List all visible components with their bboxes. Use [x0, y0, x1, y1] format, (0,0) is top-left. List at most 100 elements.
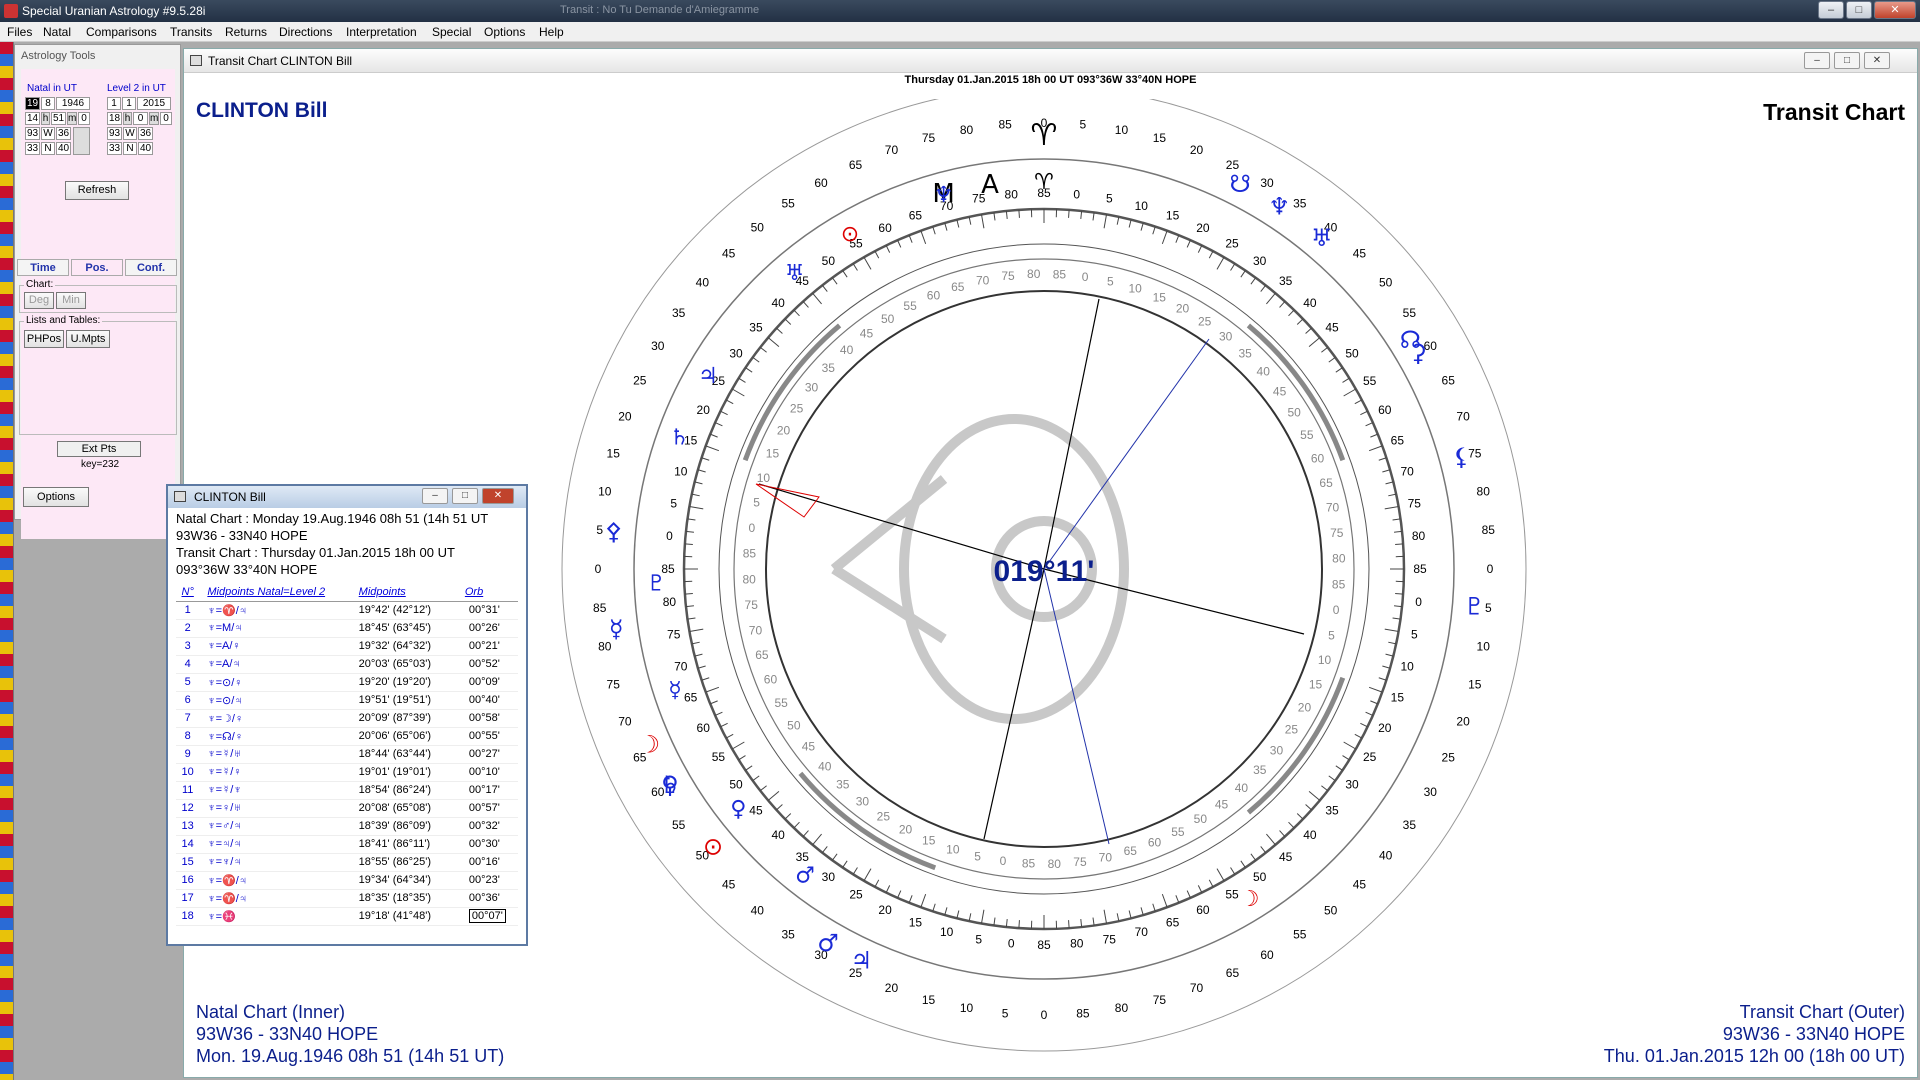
level2-lon-deg[interactable]: 93: [107, 127, 122, 140]
close-button[interactable]: ✕: [1874, 1, 1916, 19]
transit-planet-symbol[interactable]: ⚴: [605, 517, 623, 545]
tab-conf[interactable]: Conf.: [125, 259, 177, 276]
menu-help[interactable]: Help: [539, 25, 564, 39]
natal-planet-symbol[interactable]: ⊙: [841, 222, 859, 247]
natal-planet-symbol[interactable]: ♆: [934, 183, 954, 208]
transit-planet-symbol[interactable]: ♂: [817, 929, 839, 957]
menu-special[interactable]: Special: [432, 25, 471, 39]
natal-spinner[interactable]: [73, 127, 90, 155]
transit-planet-symbol[interactable]: ♅: [1311, 224, 1333, 252]
maximize-button[interactable]: □: [1846, 1, 1872, 19]
astrology-wheel[interactable]: 0 5 10152025303540455055606570758085051015…: [544, 99, 1544, 1059]
deg-button[interactable]: Deg: [24, 292, 54, 309]
natal-second[interactable]: 0: [78, 112, 90, 125]
table-row[interactable]: 4 ♆=A/♃ 20°03' (65°03') 00°52': [176, 655, 518, 674]
level2-year[interactable]: 2015: [137, 97, 171, 110]
natal-lat-dir[interactable]: N: [41, 142, 55, 155]
transit-planet-symbol[interactable]: ☋: [1229, 170, 1250, 198]
transit-planet-symbol[interactable]: ♇: [1464, 593, 1486, 621]
level2-lat-dir[interactable]: N: [123, 142, 137, 155]
popup-minimize-button[interactable]: –: [422, 488, 448, 504]
table-row[interactable]: 5 ♆=⊙/♀ 19°20' (19°20') 00°09': [176, 673, 518, 692]
refresh-button[interactable]: Refresh: [65, 181, 129, 200]
table-row[interactable]: 9 ♆=☿/♅ 18°44' (63°44') 00°27': [176, 745, 518, 764]
transit-planet-symbol[interactable]: ⚳: [1409, 339, 1427, 367]
menu-files[interactable]: Files: [7, 25, 32, 39]
menu-options[interactable]: Options: [484, 25, 525, 39]
col-formula[interactable]: Midpoints Natal=Level 2: [199, 583, 359, 602]
natal-planet-symbol[interactable]: ♂: [795, 864, 815, 889]
natal-lon-deg[interactable]: 93: [25, 127, 40, 140]
popup-close-button[interactable]: ✕: [482, 488, 514, 504]
natal-year[interactable]: 1946: [56, 97, 90, 110]
level2-month[interactable]: 1: [122, 97, 136, 110]
table-row[interactable]: 13 ♆=♂/♃ 18°39' (86°09') 00°32': [176, 817, 518, 836]
natal-planet-symbol[interactable]: ♅: [785, 261, 805, 286]
natal-planet-symbol[interactable]: A: [981, 170, 999, 200]
color-palette-strip[interactable]: [0, 42, 14, 1080]
level2-second[interactable]: 0: [160, 112, 172, 125]
natal-planet-symbol[interactable]: ♈: [1034, 170, 1054, 195]
level2-lon-min[interactable]: 36: [138, 127, 153, 140]
natal-planet-symbol[interactable]: ♄: [670, 425, 690, 450]
popup-maximize-button[interactable]: □: [452, 488, 478, 504]
chart-maximize-button[interactable]: □: [1834, 52, 1860, 69]
menu-directions[interactable]: Directions: [279, 25, 332, 39]
min-button[interactable]: Min: [56, 292, 86, 309]
options-button[interactable]: Options: [23, 487, 89, 507]
level2-hour[interactable]: 18: [107, 112, 122, 125]
minimize-button[interactable]: –: [1818, 1, 1844, 19]
tab-time[interactable]: Time: [17, 259, 69, 276]
natal-lon-dir[interactable]: W: [41, 127, 55, 140]
natal-planet-symbol[interactable]: ♀: [730, 797, 746, 822]
table-row[interactable]: 11 ♆=☿/♆ 18°54' (86°24') 00°17': [176, 781, 518, 800]
chart-minimize-button[interactable]: –: [1804, 52, 1830, 69]
table-row[interactable]: 12 ♆=♀/♅ 20°08' (65°08') 00°57': [176, 799, 518, 818]
menu-interpretation[interactable]: Interpretation: [346, 25, 417, 39]
transit-planet-symbol[interactable]: ☿: [609, 615, 624, 643]
natal-planet-symbol[interactable]: ☽: [1240, 887, 1260, 912]
phpos-button[interactable]: PHPos: [24, 330, 64, 348]
table-row[interactable]: 10 ♆=☿/♀ 19°01' (19°01') 00°10': [176, 763, 518, 782]
natal-lat-min[interactable]: 40: [56, 142, 71, 155]
ext-pts-button[interactable]: Ext Pts: [57, 441, 141, 457]
transit-planet-symbol[interactable]: ♆: [1269, 193, 1291, 221]
table-row[interactable]: 6 ♆=⊙/♃ 19°51' (19°51') 00°40': [176, 691, 518, 710]
natal-minute[interactable]: 51: [51, 112, 66, 125]
col-orb[interactable]: Orb: [464, 583, 518, 602]
transit-planet-symbol[interactable]: ⚸: [1452, 443, 1470, 471]
menu-natal[interactable]: Natal: [43, 25, 71, 39]
transit-planet-symbol[interactable]: ⊙: [703, 833, 723, 861]
level2-lat-deg[interactable]: 33: [107, 142, 122, 155]
level2-lon-dir[interactable]: W: [123, 127, 137, 140]
umpts-button[interactable]: U.Mpts: [66, 330, 110, 348]
table-row[interactable]: 17 ♆=♈/♃ 18°35' (18°35') 00°36': [176, 889, 518, 908]
col-midpoints[interactable]: Midpoints: [358, 583, 465, 602]
transit-planet-symbol[interactable]: ♀: [661, 771, 679, 799]
transit-planet-symbol[interactable]: ♃: [851, 947, 873, 975]
transit-planet-symbol[interactable]: ♈: [1031, 118, 1058, 153]
table-row[interactable]: 8 ♆=☊/♀ 20°06' (65°06') 00°55': [176, 727, 518, 746]
table-row[interactable]: 1 ♆=♈/♃ 19°42' (42°12') 00°31': [176, 601, 518, 620]
table-row[interactable]: 3 ♆=A/♀ 19°32' (64°32') 00°21': [176, 637, 518, 656]
level2-day[interactable]: 1: [107, 97, 121, 110]
natal-planet-symbol[interactable]: ♃: [698, 364, 718, 389]
level2-lat-min[interactable]: 40: [138, 142, 153, 155]
table-row[interactable]: 15 ♆=♆/♃ 18°55' (86°25') 00°16': [176, 853, 518, 872]
natal-month[interactable]: 8: [41, 97, 55, 110]
menu-transits[interactable]: Transits: [170, 25, 212, 39]
table-row[interactable]: 2 ♆=M/♃ 18°45' (63°45') 00°26': [176, 619, 518, 638]
natal-lon-min[interactable]: 36: [56, 127, 71, 140]
table-row[interactable]: 18 ♆=♓ 19°18' (41°48') 00°07': [176, 907, 518, 926]
table-row[interactable]: 7 ♆=☽/♀ 20°09' (87°39') 00°58': [176, 709, 518, 728]
chart-close-button[interactable]: ✕: [1864, 52, 1890, 69]
natal-planet-symbol[interactable]: ☿: [668, 678, 682, 703]
level2-minute[interactable]: 0: [133, 112, 148, 125]
natal-day[interactable]: 19: [25, 97, 40, 110]
col-number[interactable]: N°: [176, 583, 200, 602]
menu-returns[interactable]: Returns: [225, 25, 267, 39]
table-row[interactable]: 16 ♆=♈/♃ 19°34' (64°34') 00°23': [176, 871, 518, 890]
tab-pos[interactable]: Pos.: [71, 259, 123, 276]
table-row[interactable]: 14 ♆=♃/♃ 18°41' (86°11') 00°30': [176, 835, 518, 854]
natal-planet-symbol[interactable]: ♇: [646, 572, 666, 597]
